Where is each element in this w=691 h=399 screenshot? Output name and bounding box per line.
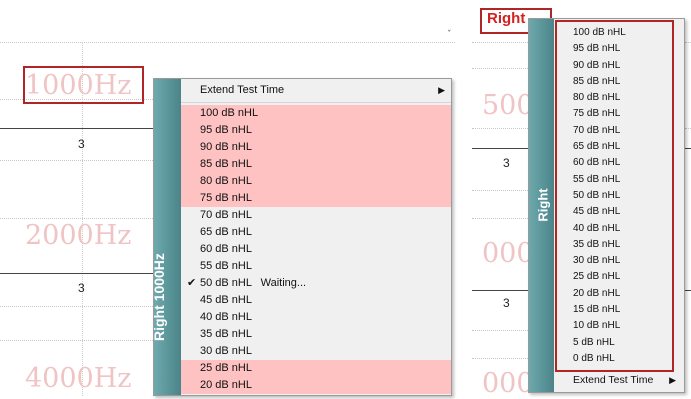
grid-line — [472, 358, 532, 359]
level-item-80[interactable]: 80 dB nHL — [181, 173, 451, 190]
level-item-40[interactable]: 40 dB nHL — [181, 309, 451, 326]
grid-line — [0, 340, 155, 341]
menu-items: Extend Test Time ▶ 100 dB nHL 95 dB nHL … — [181, 79, 451, 394]
cell-divider — [0, 273, 155, 274]
grid-line — [0, 42, 455, 43]
level-label: 25 dB nHL — [200, 362, 252, 374]
level-item-55[interactable]: 55 dB nHL — [181, 258, 451, 275]
freq-label-4000: 4000Hz — [25, 363, 132, 394]
grid-line — [0, 218, 155, 219]
cell-divider — [685, 148, 691, 149]
grid-line — [472, 42, 532, 43]
grid-line — [685, 128, 691, 129]
level-label: 40 dB nHL — [200, 311, 252, 323]
submenu-arrow-icon: ▶ — [438, 85, 445, 95]
level-item-70[interactable]: 70 dB nHL — [181, 207, 451, 224]
level-item-50[interactable]: ✔ 50 dB nHL Waiting... — [181, 275, 451, 292]
corner-mark: ˇ — [447, 30, 452, 40]
grid-line — [472, 190, 532, 191]
level-label: 20 dB nHL — [200, 379, 252, 391]
grid-line — [472, 330, 532, 331]
menu-side-label: Right — [535, 188, 551, 222]
grid-line — [0, 306, 155, 307]
cell-divider — [472, 290, 532, 291]
level-label: 90 dB nHL — [200, 141, 252, 153]
grid-line — [472, 128, 532, 129]
submenu-arrow-icon: ▶ — [669, 375, 676, 385]
level-label: 65 dB nHL — [200, 226, 252, 238]
level-item-35[interactable]: 35 dB nHL — [181, 326, 451, 343]
checkmark-icon: ✔ — [187, 277, 197, 289]
level-context-menu: Right 1000Hz Extend Test Time ▶ 100 dB n… — [153, 78, 452, 396]
level-item-60[interactable]: 60 dB nHL — [181, 241, 451, 258]
extend-test-time-label: Extend Test Time — [573, 374, 654, 386]
level-label: 70 dB nHL — [200, 209, 252, 221]
level-item-20[interactable]: 20 dB nHL — [181, 377, 451, 394]
level-label: 50 dB nHL — [200, 277, 252, 289]
level-label: 55 dB nHL — [200, 260, 252, 272]
cell-value: 3 — [78, 137, 85, 151]
extend-test-time-label: Extend Test Time — [200, 84, 285, 96]
level-item-45[interactable]: 45 dB nHL — [181, 292, 451, 309]
levels-highlight-box — [555, 20, 674, 372]
menu-side-label: Right 1000Hz — [153, 253, 167, 341]
level-item-90[interactable]: 90 dB nHL — [181, 139, 451, 156]
menu-side-bar: Right 1000Hz — [154, 79, 181, 395]
level-item-30[interactable]: 30 dB nHL — [181, 343, 451, 360]
cell-divider — [472, 148, 532, 149]
level-label: 45 dB nHL — [200, 294, 252, 306]
freq-label-2000: 000 — [482, 238, 534, 269]
level-label: 60 dB nHL — [200, 243, 252, 255]
extend-test-time-item[interactable]: Extend Test Time ▶ — [554, 371, 684, 389]
level-item-65[interactable]: 65 dB nHL — [181, 224, 451, 241]
level-label: 95 dB nHL — [200, 124, 252, 136]
level-label: 30 dB nHL — [200, 345, 252, 357]
freq-label-4000: 000 — [482, 368, 534, 399]
level-item-25[interactable]: 25 dB nHL — [181, 360, 451, 377]
cell-divider — [685, 290, 691, 291]
level-label: 75 dB nHL — [200, 192, 252, 204]
level-label: 85 dB nHL — [200, 158, 252, 170]
cell-value: 3 — [503, 296, 510, 310]
level-item-85[interactable]: 85 dB nHL — [181, 156, 451, 173]
level-label: 80 dB nHL — [200, 175, 252, 187]
freq-highlight-box — [23, 66, 144, 104]
level-item-100[interactable]: 100 dB nHL — [181, 105, 451, 122]
extend-test-time-item[interactable]: Extend Test Time ▶ — [181, 79, 451, 103]
level-item-75[interactable]: 75 dB nHL — [181, 190, 451, 207]
grid-line — [685, 42, 691, 43]
level-label: 100 dB nHL — [200, 107, 259, 119]
cell-value: 3 — [78, 281, 85, 295]
grid-line — [472, 218, 532, 219]
level-item-95[interactable]: 95 dB nHL — [181, 122, 451, 139]
grid-line — [472, 68, 532, 69]
cell-value: 3 — [503, 156, 510, 170]
level-label: 35 dB nHL — [200, 328, 252, 340]
cell-divider — [0, 128, 155, 129]
menu-side-bar: Right — [529, 19, 554, 392]
level-status: Waiting... — [260, 277, 307, 289]
freq-label-2000: 2000Hz — [25, 220, 132, 251]
grid-line — [0, 160, 155, 161]
